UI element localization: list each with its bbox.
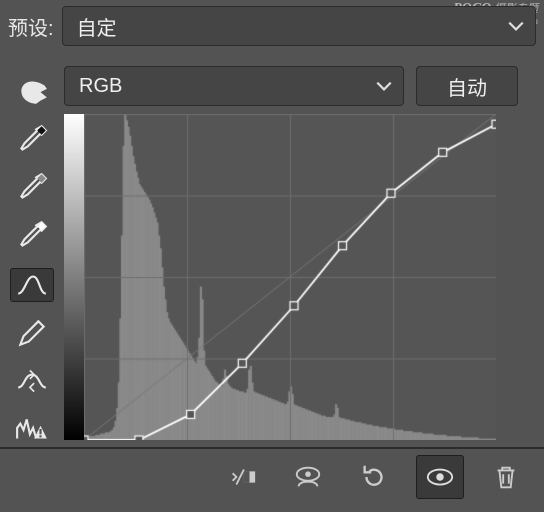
footer-toolbar bbox=[0, 447, 544, 505]
curves-graph[interactable] bbox=[64, 114, 496, 440]
curve-tool-icon[interactable] bbox=[10, 268, 54, 302]
chevron-down-icon bbox=[507, 17, 525, 35]
eyedropper-black-icon[interactable] bbox=[10, 122, 54, 156]
clip-preview-icon[interactable] bbox=[218, 455, 266, 499]
output-gradient bbox=[64, 114, 84, 440]
pencil-tool-icon[interactable] bbox=[10, 316, 54, 350]
eyedropper-white-icon[interactable] bbox=[10, 219, 54, 253]
histogram-warning-icon[interactable] bbox=[10, 413, 54, 447]
preset-value: 自定 bbox=[77, 12, 117, 41]
hand-tool-icon[interactable] bbox=[10, 74, 54, 108]
channel-value: RGB bbox=[79, 75, 122, 98]
auto-button[interactable]: 自动 bbox=[416, 66, 518, 106]
preset-label: 预设: bbox=[8, 12, 54, 41]
trash-icon[interactable] bbox=[482, 455, 530, 499]
visibility-layer-icon[interactable] bbox=[284, 455, 332, 499]
reset-icon[interactable] bbox=[350, 455, 398, 499]
eye-icon[interactable] bbox=[416, 455, 464, 499]
curve[interactable] bbox=[84, 114, 496, 440]
eyedropper-gray-icon[interactable] bbox=[10, 171, 54, 205]
chevron-down-icon bbox=[375, 77, 393, 95]
preset-select[interactable]: 自定 bbox=[62, 6, 536, 46]
tool-sidebar bbox=[0, 52, 64, 447]
smooth-tool-icon[interactable] bbox=[10, 364, 54, 398]
channel-select[interactable]: RGB bbox=[64, 66, 404, 106]
